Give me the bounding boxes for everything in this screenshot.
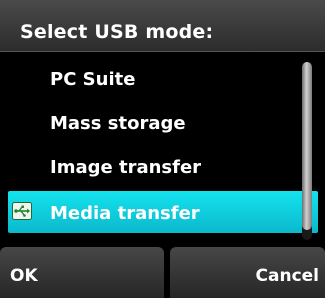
option-image-transfer[interactable]: Image transfer: [8, 145, 318, 187]
option-pc-suite[interactable]: PC Suite: [8, 57, 318, 99]
usb-mode-screen: Select USB mode: PC Suite Mass storage I…: [0, 0, 325, 298]
option-media-transfer[interactable]: Media transfer: [8, 191, 318, 233]
usb-mode-list: PC Suite Mass storage Image transfer Med…: [0, 53, 325, 236]
cancel-button[interactable]: Cancel: [170, 247, 325, 298]
option-label: Media transfer: [50, 203, 200, 224]
scrollbar-thumb[interactable]: [302, 62, 312, 230]
option-label: Mass storage: [50, 113, 186, 134]
ok-button-label: OK: [10, 266, 38, 286]
cancel-button-label: Cancel: [255, 266, 319, 286]
usb-icon: [12, 202, 32, 220]
softkey-bar: OK Cancel: [0, 245, 325, 298]
dialog-header: Select USB mode:: [0, 0, 325, 52]
ok-button[interactable]: OK: [0, 247, 164, 298]
option-mass-storage[interactable]: Mass storage: [8, 101, 318, 143]
dialog-title: Select USB mode:: [20, 21, 214, 43]
scrollbar[interactable]: [302, 62, 312, 240]
option-label: Image transfer: [50, 157, 202, 178]
option-label: PC Suite: [50, 69, 136, 90]
